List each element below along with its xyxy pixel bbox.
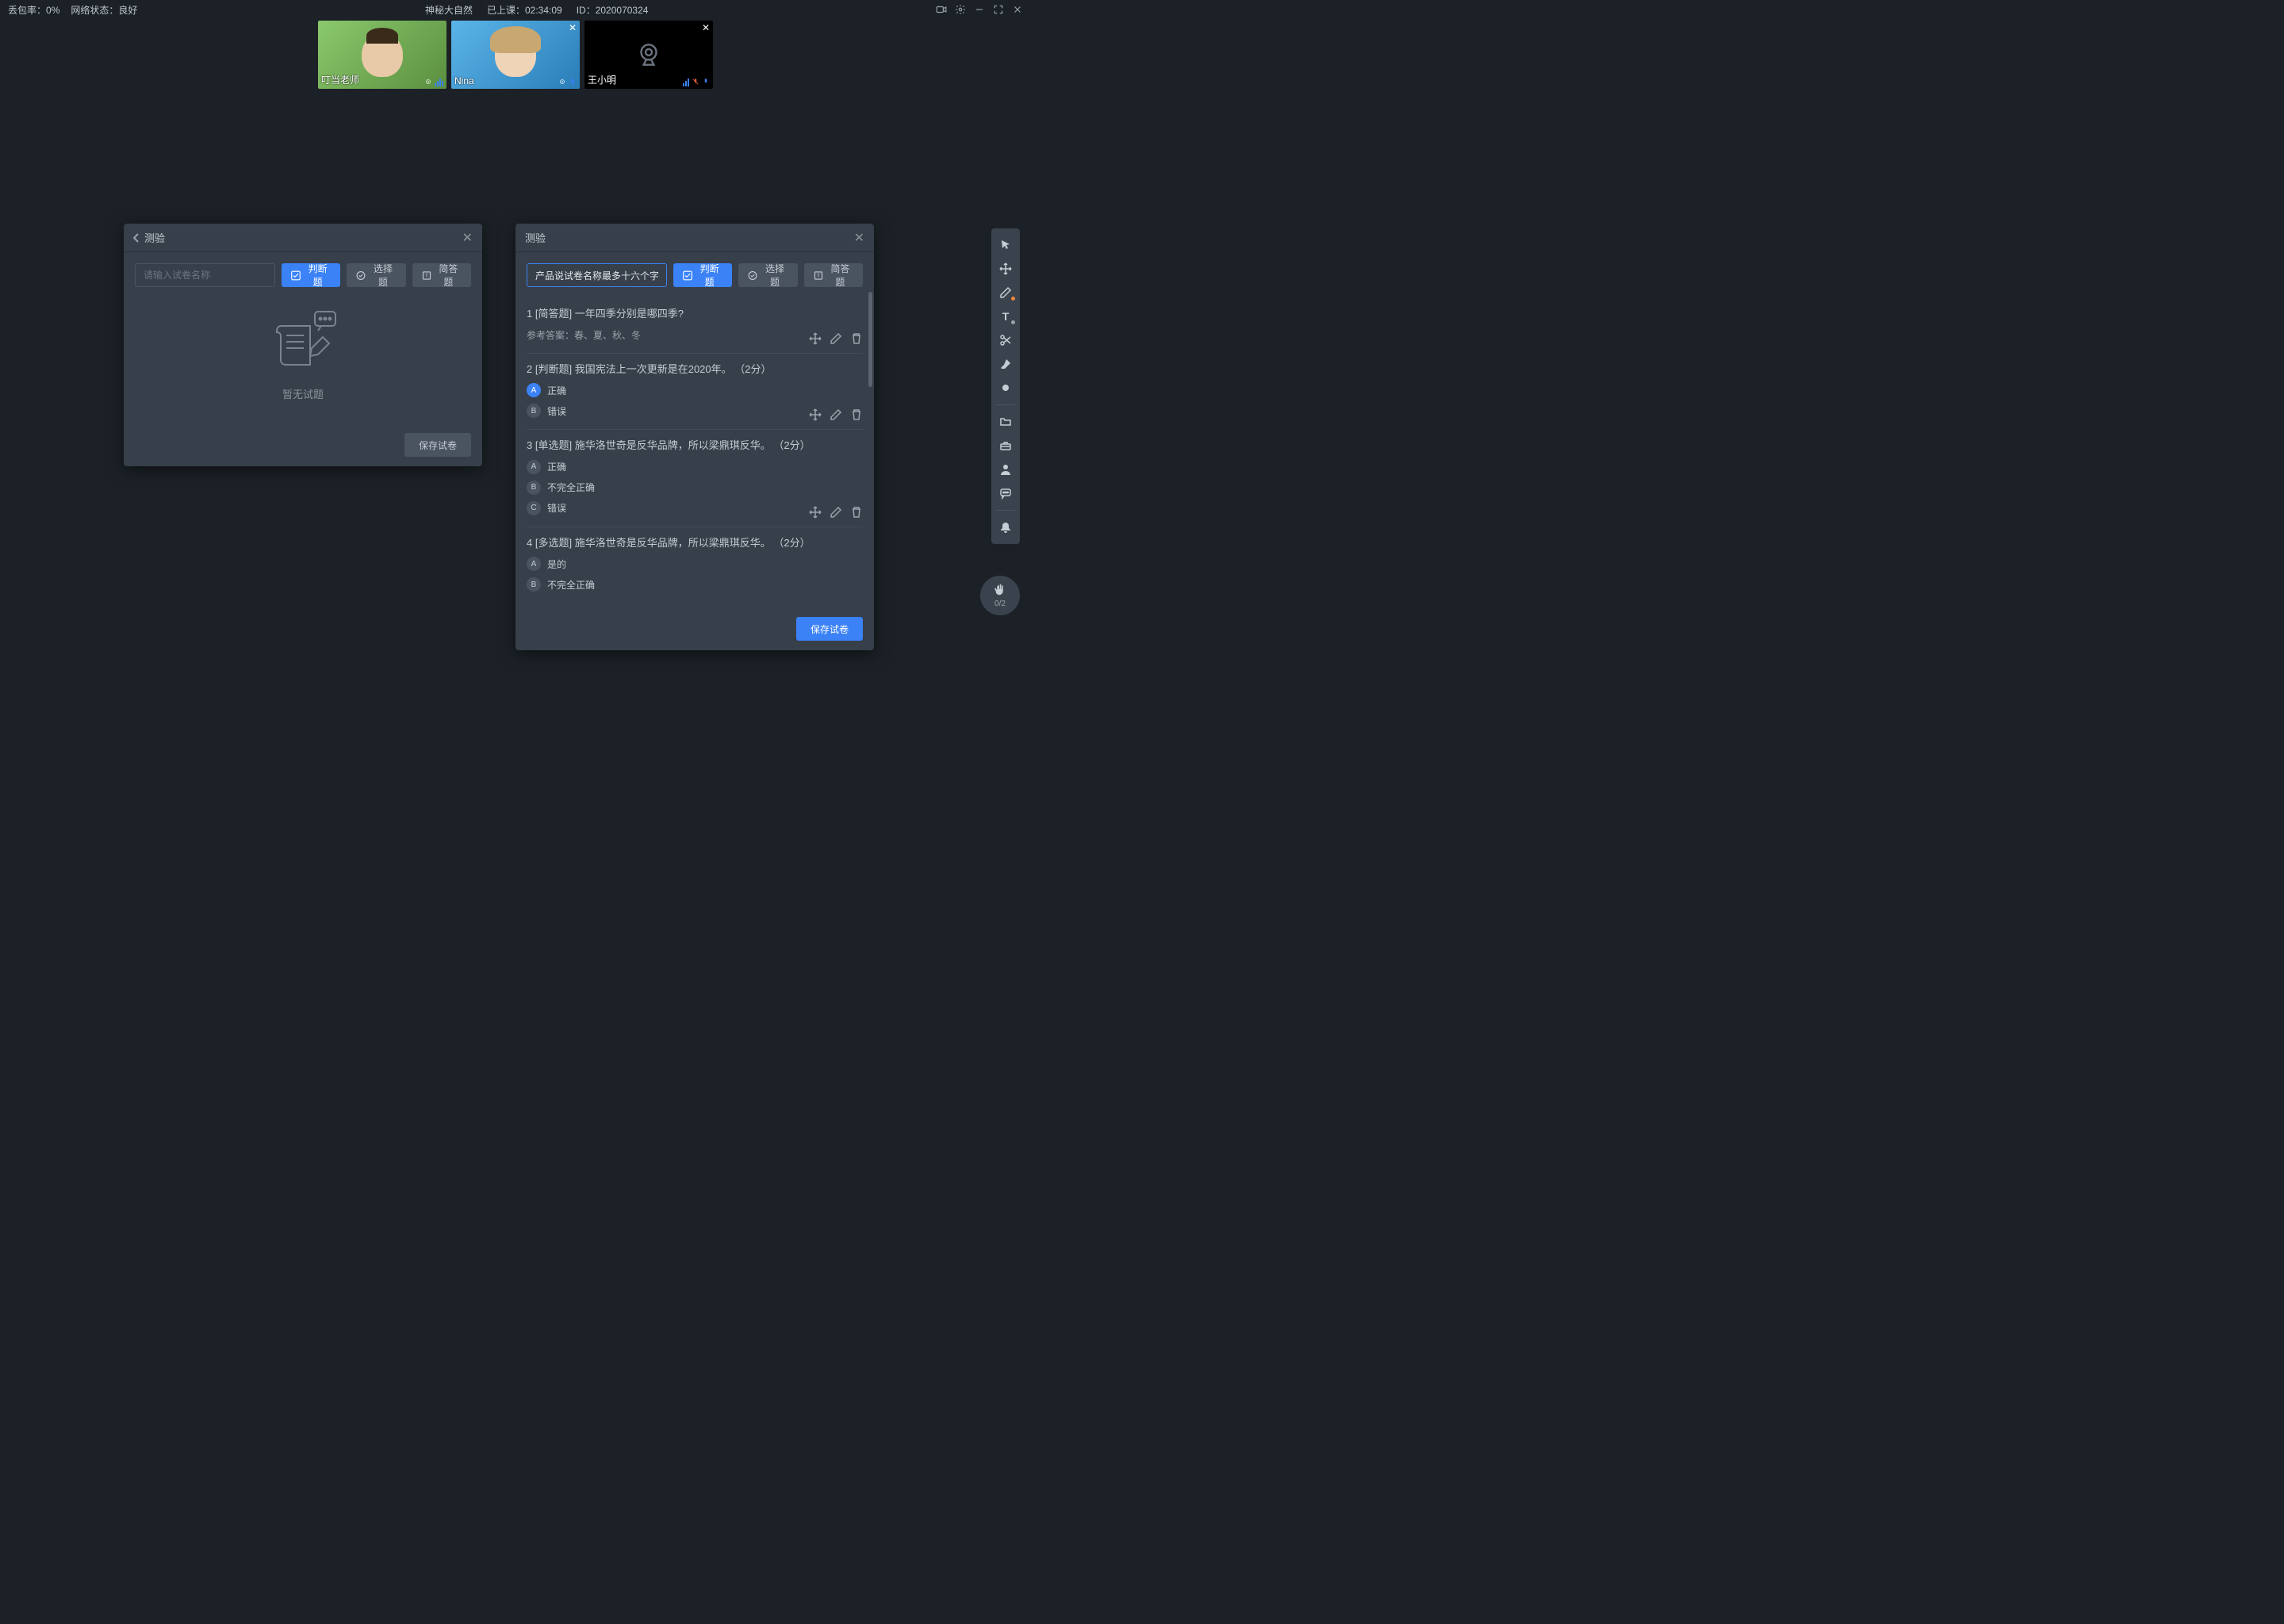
video-name-label: Nina bbox=[454, 75, 474, 86]
delete-question-icon[interactable] bbox=[850, 408, 863, 421]
mic-muted-icon bbox=[692, 77, 699, 86]
video-name-label: 王小明 bbox=[588, 73, 616, 86]
question-item: 2 [判断题] 我国宪法上一次更新是在2020年。 （2分） A正确 B错误 bbox=[527, 354, 863, 431]
video-name-label: 叮当老师 bbox=[321, 73, 359, 86]
video-tile-student[interactable]: ✕ Nina bbox=[451, 21, 580, 89]
scissors-tool-icon[interactable] bbox=[994, 330, 1017, 350]
scrollbar-thumb[interactable] bbox=[868, 292, 872, 387]
choice-question-button[interactable]: 选择题 bbox=[347, 263, 405, 287]
judge-question-button[interactable]: 判断题 bbox=[673, 263, 732, 287]
question-option[interactable]: B不完全正确 bbox=[527, 577, 863, 592]
svg-text:T: T bbox=[425, 274, 428, 278]
quiz-name-input[interactable] bbox=[135, 263, 275, 287]
save-quiz-button[interactable]: 保存试卷 bbox=[796, 617, 863, 641]
close-window-icon[interactable] bbox=[1012, 4, 1023, 15]
edit-question-icon[interactable] bbox=[830, 408, 842, 421]
course-title: 神秘大自然 bbox=[425, 3, 473, 17]
short-answer-button[interactable]: T简答题 bbox=[804, 263, 863, 287]
question-title: 3 [单选题] 施华洛世奇是反华品牌，所以梁鼎琪反华。 （2分） bbox=[527, 438, 863, 454]
top-status-bar: 丢包率：0% 网络状态：良好 神秘大自然 已上课：02:34:09 ID：202… bbox=[0, 0, 1031, 19]
move-question-icon[interactable] bbox=[809, 506, 822, 519]
back-icon[interactable] bbox=[133, 233, 140, 243]
question-title: 4 [多选题] 施华洛世奇是反华品牌，所以梁鼎琪反华。 （2分） bbox=[527, 535, 863, 551]
video-tile-teacher[interactable]: 叮当老师 bbox=[318, 21, 446, 89]
empty-illustration-icon bbox=[267, 310, 339, 373]
svg-text:T: T bbox=[1002, 310, 1010, 323]
question-item: 3 [单选题] 施华洛世奇是反华品牌，所以梁鼎琪反华。 （2分） A正确 B不完… bbox=[527, 430, 863, 527]
question-item: 1 [简答题] 一年四季分别是哪四季? 参考答案：春、夏、秋、冬 bbox=[527, 298, 863, 354]
panel-title: 测验 bbox=[525, 230, 854, 245]
right-toolbar: T bbox=[991, 228, 1020, 544]
mic-icon bbox=[569, 77, 577, 86]
camera-indicator-icon bbox=[558, 77, 566, 86]
quiz-name-input[interactable] bbox=[527, 263, 667, 287]
delete-question-icon[interactable] bbox=[850, 332, 863, 345]
minimize-icon[interactable] bbox=[974, 4, 985, 15]
video-tile-student[interactable]: ✕ 王小明 bbox=[584, 21, 713, 89]
save-quiz-button[interactable]: 保存试卷 bbox=[404, 433, 471, 457]
empty-text: 暂无试题 bbox=[282, 386, 324, 401]
choice-question-button[interactable]: 选择题 bbox=[738, 263, 797, 287]
user-tool-icon[interactable] bbox=[994, 459, 1017, 480]
maximize-icon[interactable] bbox=[993, 4, 1004, 15]
panel-title: 测验 bbox=[144, 230, 462, 245]
move-tool-icon[interactable] bbox=[994, 259, 1017, 279]
question-item: 4 [多选题] 施华洛世奇是反华品牌，所以梁鼎琪反华。 （2分） A是的 B不完… bbox=[527, 527, 863, 597]
camera-toggle-icon[interactable] bbox=[936, 4, 947, 15]
chat-tool-icon[interactable] bbox=[994, 483, 1017, 504]
color-tool-icon[interactable] bbox=[994, 377, 1017, 398]
question-option[interactable]: A正确 bbox=[527, 383, 863, 397]
quiz-panel-empty: 测验 ✕ 判断题 选择题 T简答题 暂无试题 保存试卷 bbox=[124, 224, 482, 466]
edit-question-icon[interactable] bbox=[830, 332, 842, 345]
session-id: ID：2020070324 bbox=[577, 3, 649, 17]
camera-off-icon bbox=[634, 40, 664, 70]
mic-level-icon bbox=[435, 79, 443, 86]
close-video-icon[interactable]: ✕ bbox=[702, 22, 710, 33]
close-panel-icon[interactable]: ✕ bbox=[462, 230, 473, 246]
move-question-icon[interactable] bbox=[809, 332, 822, 345]
edit-question-icon[interactable] bbox=[830, 506, 842, 519]
delete-question-icon[interactable] bbox=[850, 506, 863, 519]
mic-icon bbox=[702, 77, 710, 86]
text-tool-icon[interactable]: T bbox=[994, 306, 1017, 327]
camera-indicator-icon bbox=[424, 77, 432, 86]
question-option[interactable]: A是的 bbox=[527, 557, 863, 571]
toolbox-icon[interactable] bbox=[994, 435, 1017, 456]
close-panel-icon[interactable]: ✕ bbox=[854, 230, 864, 246]
short-answer-button[interactable]: T简答题 bbox=[412, 263, 471, 287]
pen-tool-icon[interactable] bbox=[994, 282, 1017, 303]
settings-icon[interactable] bbox=[955, 4, 966, 15]
judge-question-button[interactable]: 判断题 bbox=[282, 263, 340, 287]
question-list[interactable]: 1 [简答题] 一年四季分别是哪四季? 参考答案：春、夏、秋、冬 2 [判断题]… bbox=[515, 298, 874, 596]
hand-icon bbox=[993, 584, 1007, 598]
question-option[interactable]: A正确 bbox=[527, 460, 863, 474]
eraser-tool-icon[interactable] bbox=[994, 354, 1017, 374]
hand-raise-button[interactable]: 0/2 bbox=[980, 576, 1020, 615]
quiz-panel-filled: 测验 ✕ 判断题 选择题 T简答题 1 [简答题] 一年四季分别是哪四季? 参考… bbox=[515, 224, 874, 650]
svg-text:T: T bbox=[817, 274, 820, 278]
network-status: 网络状态：良好 bbox=[71, 3, 137, 17]
close-video-icon[interactable]: ✕ bbox=[569, 22, 577, 33]
elapsed-time: 已上课：02:34:09 bbox=[487, 3, 562, 17]
folder-tool-icon[interactable] bbox=[994, 412, 1017, 432]
packet-loss: 丢包率：0% bbox=[8, 3, 59, 17]
cursor-tool-icon[interactable] bbox=[994, 235, 1017, 255]
question-title: 2 [判断题] 我国宪法上一次更新是在2020年。 （2分） bbox=[527, 362, 863, 377]
move-question-icon[interactable] bbox=[809, 408, 822, 421]
video-tile-row: 叮当老师 ✕ Nina ✕ 王小明 bbox=[0, 19, 1031, 90]
bell-tool-icon[interactable] bbox=[994, 517, 1017, 538]
question-title: 1 [简答题] 一年四季分别是哪四季? bbox=[527, 306, 863, 322]
mic-level-icon bbox=[683, 79, 689, 86]
question-option[interactable]: B不完全正确 bbox=[527, 481, 863, 495]
hand-raise-count: 0/2 bbox=[994, 599, 1006, 608]
